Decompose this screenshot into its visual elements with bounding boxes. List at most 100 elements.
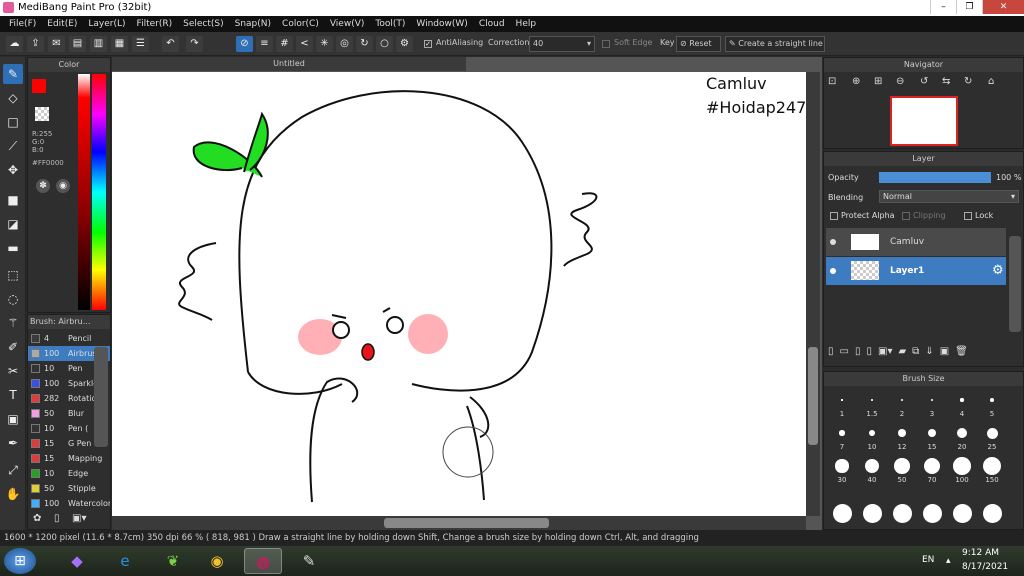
blur-tool-icon[interactable]: ⟋ (3, 136, 23, 156)
hue-bar[interactable] (92, 74, 106, 310)
brush-size-option[interactable]: 50 (888, 456, 916, 488)
brush-item[interactable]: 15 Mapping (28, 451, 110, 466)
app-leaf-icon[interactable]: ❦ (154, 548, 192, 574)
brush-size-option[interactable]: 30 (828, 456, 856, 488)
new-halftone-layer-icon[interactable]: ▭ (840, 346, 849, 362)
brush-size-option[interactable] (828, 504, 856, 523)
brush-size-option[interactable]: 100 (948, 456, 976, 488)
zoom-fit-icon[interactable]: ⊡ (828, 76, 836, 87)
circle-snap-icon[interactable]: ○ (376, 36, 393, 52)
menu-view[interactable]: View(V) (325, 16, 371, 32)
add-brush-icon[interactable]: ✿ (33, 513, 41, 524)
brush-menu-icon[interactable]: ▣▾ (72, 513, 86, 524)
undo-icon[interactable]: ↶ (162, 36, 179, 52)
gradient-tool-icon[interactable]: ▬ (3, 238, 23, 258)
clock-time[interactable]: 9:12 AM (962, 548, 999, 558)
new-8bit-layer-icon[interactable]: ▯ (855, 346, 861, 362)
menu-window[interactable]: Window(W) (411, 16, 473, 32)
brush-size-option[interactable] (888, 504, 916, 523)
blending-select[interactable]: Normal ▾ (879, 190, 1019, 203)
layer-list-scrollbar[interactable] (1009, 236, 1021, 332)
brush-size-option[interactable] (858, 504, 886, 523)
actual-size-icon[interactable]: ⊞ (874, 76, 882, 87)
snap-settings-icon[interactable]: ⚙ (396, 36, 413, 52)
brush-size-option[interactable]: 2 (888, 390, 916, 422)
horizontal-scroll-thumb[interactable] (384, 518, 549, 528)
brush-size-option[interactable]: 12 (888, 423, 916, 455)
visibility-icon[interactable] (830, 268, 836, 274)
brush-size-option[interactable]: 3 (918, 390, 946, 422)
redo-icon[interactable]: ↷ (186, 36, 203, 52)
visibility-icon[interactable] (830, 239, 836, 245)
document-icon[interactable]: ▥ (90, 36, 107, 52)
menu-help[interactable]: Help (511, 16, 543, 32)
brush-size-option[interactable]: 70 (918, 456, 946, 488)
duplicate-layer-icon[interactable]: ⧉ (912, 346, 919, 362)
lock-checkbox[interactable] (964, 212, 972, 220)
correction-select[interactable]: 40 ▾ (529, 36, 595, 52)
snap-off-icon[interactable]: ⊘ (236, 36, 253, 52)
menu-file[interactable]: File(F) (4, 16, 42, 32)
brush-size-option[interactable] (918, 504, 946, 523)
protect-alpha-checkbox[interactable] (830, 212, 838, 220)
hand-tool-icon[interactable]: ✋ (3, 484, 23, 504)
soft-edge-checkbox[interactable] (602, 40, 610, 48)
brush-list-scrollbar[interactable] (94, 347, 108, 447)
zoom-out-icon[interactable]: ⊖ (896, 76, 904, 87)
list-icon[interactable]: ☰ (132, 36, 149, 52)
drawing-canvas[interactable]: Camluv #Hoidap247 (112, 72, 806, 516)
vanishing-point-icon[interactable]: < (296, 36, 313, 52)
transparent-swatch[interactable] (35, 107, 49, 121)
brush-size-option[interactable]: 15 (918, 423, 946, 455)
brush-item[interactable]: 100 Watercolor (28, 496, 110, 511)
menu-select[interactable]: Select(S) (178, 16, 230, 32)
share-icon[interactable]: ⇪ (27, 36, 44, 52)
menu-color[interactable]: Color(C) (277, 16, 325, 32)
eraser-tool-icon[interactable]: ◇ (3, 88, 23, 108)
layer-add-menu-icon[interactable]: ▣▾ (878, 346, 892, 362)
brush-tool-icon[interactable]: ✎ (3, 64, 23, 84)
antialiasing-checkbox[interactable]: ✓ (424, 40, 432, 48)
select-tool-icon[interactable]: ⬚ (3, 265, 23, 285)
brush-size-option[interactable]: 1.5 (858, 390, 886, 422)
menu-filter[interactable]: Filter(R) (132, 16, 179, 32)
eyedropper-tool-icon[interactable]: ✒ (3, 433, 23, 453)
layer-row-layer1[interactable]: Layer1 ⚙ (826, 257, 1006, 285)
brush-size-option[interactable]: 40 (858, 456, 886, 488)
navigator-preview[interactable] (890, 96, 958, 146)
clock-date[interactable]: 8/17/2021 (962, 562, 1008, 572)
vertical-scrollbar[interactable] (806, 72, 820, 516)
divide-tool-icon[interactable]: ▣ (3, 409, 23, 429)
brush-size-option[interactable]: 25 (978, 423, 1006, 455)
delete-layer-icon[interactable]: 🗑 (955, 346, 968, 362)
brush-item[interactable]: 50 Stipple (28, 481, 110, 496)
magic-wand-tool-icon[interactable]: ⚚ (3, 313, 23, 333)
folder-icon[interactable]: ▰ (898, 346, 906, 362)
menu-layer[interactable]: Layer(L) (83, 16, 131, 32)
internet-explorer-icon[interactable]: e (106, 548, 144, 574)
merge-down-icon[interactable]: ⇓ (925, 346, 933, 362)
primary-color-swatch[interactable] (32, 79, 46, 93)
minimize-button[interactable]: – (930, 0, 956, 14)
tray-arrow-icon[interactable]: ▴ (946, 556, 951, 566)
bucket-tool-icon[interactable]: ◪ (3, 214, 23, 234)
radial-snap-icon[interactable]: ✳ (316, 36, 333, 52)
menu-snap[interactable]: Snap(N) (230, 16, 277, 32)
brush-size-option[interactable]: 150 (978, 456, 1006, 488)
move-tool-icon[interactable]: ✥ (3, 160, 23, 180)
chat-icon[interactable]: ▤ (69, 36, 86, 52)
start-button-icon[interactable]: ⊞ (4, 548, 36, 574)
select-pen-tool-icon[interactable]: ✐ (3, 337, 23, 357)
menu-tool[interactable]: Tool(T) (370, 16, 411, 32)
chrome-icon[interactable]: ◉ (198, 548, 236, 574)
document-tab[interactable]: Untitled (112, 57, 466, 71)
maximize-button[interactable]: ❐ (956, 0, 982, 14)
language-indicator[interactable]: EN (922, 555, 934, 565)
new-brush-icon[interactable]: ▯ (54, 513, 60, 524)
reset-button[interactable]: ⊘ Reset (676, 36, 721, 52)
brush-size-option[interactable]: 7 (828, 423, 856, 455)
new-layer-icon[interactable]: ▯ (828, 346, 834, 362)
rotate-right-icon[interactable]: ↻ (964, 76, 972, 87)
close-button[interactable]: ✕ (982, 0, 1024, 14)
brush-size-option[interactable]: 10 (858, 423, 886, 455)
